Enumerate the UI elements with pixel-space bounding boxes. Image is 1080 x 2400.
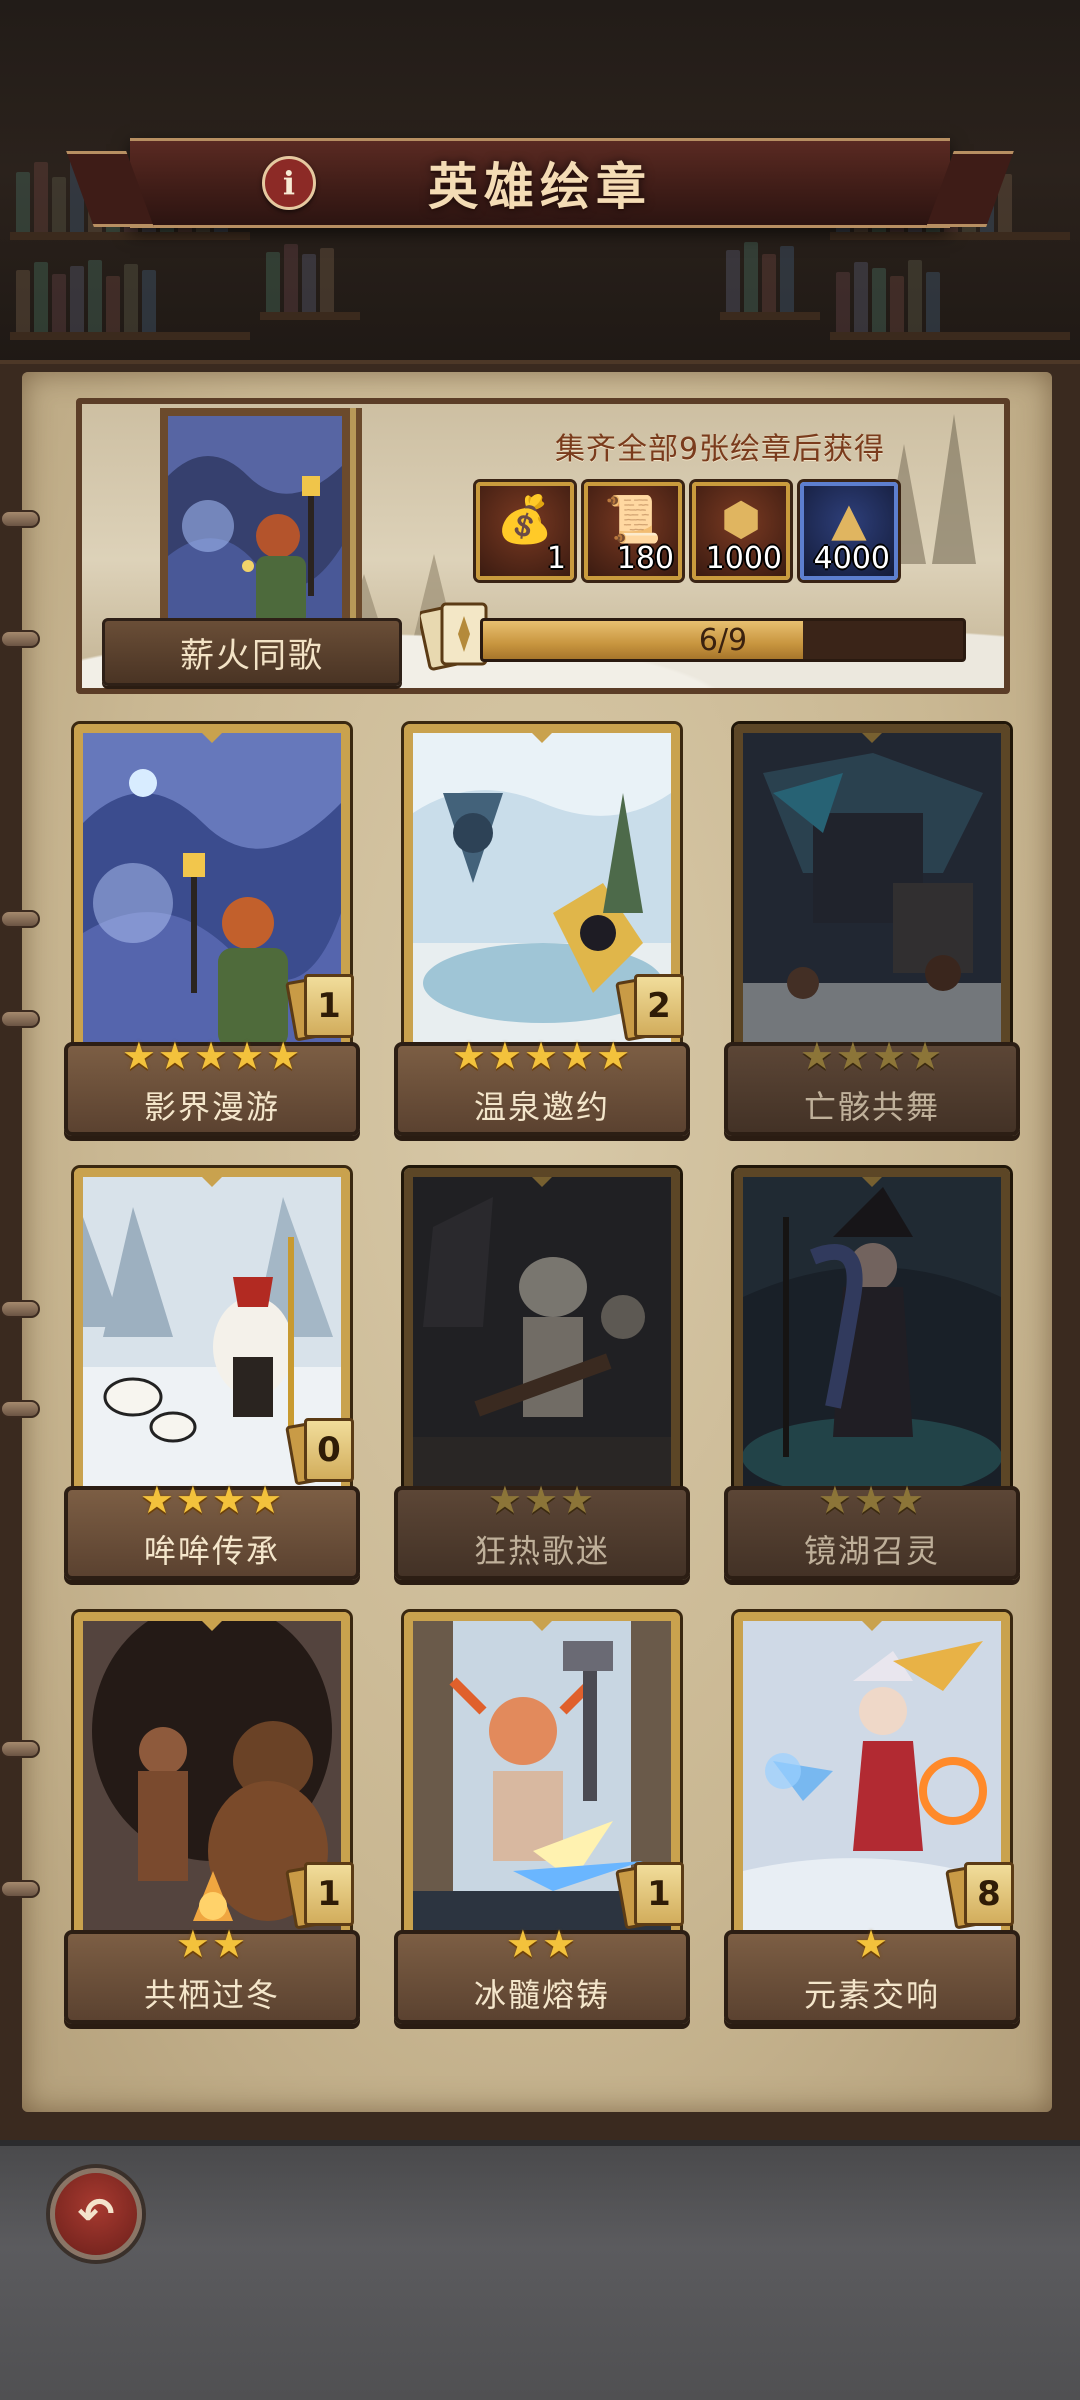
- star-rating: ★★★: [487, 1478, 597, 1522]
- card-name: 温泉邀约: [473, 1088, 610, 1126]
- crystal-pile-icon: ▲: [831, 492, 867, 546]
- star-rating: ★★★★★: [451, 1034, 633, 1078]
- star-rating: ★★★★★: [121, 1034, 303, 1078]
- hero-card[interactable]: ★★★★★ 温泉邀约 2: [394, 724, 690, 1156]
- hero-card[interactable]: ★ 元素交响 8: [724, 1612, 1020, 2044]
- card-count: 1: [634, 1862, 684, 1926]
- card-count: 2: [634, 974, 684, 1038]
- card-count-badge: 1: [285, 974, 356, 1042]
- card-count-badge: 0: [285, 1418, 356, 1486]
- ore-icon: ⬢: [720, 492, 762, 546]
- card-count: 1: [304, 974, 354, 1038]
- card-count-badge: 8: [945, 1862, 1016, 1930]
- hero-card[interactable]: ★★★★ 亡骸共舞: [724, 724, 1020, 1156]
- hero-card[interactable]: ★★ 冰髓熔铸 1: [394, 1612, 690, 2044]
- card-count: 0: [304, 1418, 354, 1482]
- binder-ring: [0, 1300, 40, 1318]
- star-rating: ★: [853, 1922, 891, 1966]
- reward-item[interactable]: ⬢ 1000: [692, 482, 790, 580]
- card-name: 哞哞传承: [143, 1532, 280, 1570]
- binder-ring: [0, 910, 40, 928]
- page-title: 英雄绘章: [428, 157, 652, 216]
- hero-card[interactable]: ★★★★★ 影界漫游 1: [64, 724, 360, 1156]
- card-name: 影界漫游: [143, 1088, 280, 1126]
- card-art: [734, 724, 1010, 1064]
- card-name: 共栖过冬: [143, 1976, 280, 2014]
- reward-item[interactable]: 💰 1: [476, 482, 574, 580]
- card-name: 镜湖召灵: [803, 1532, 940, 1570]
- star-rating: ★★★★: [799, 1034, 945, 1078]
- binder-ring: [0, 1740, 40, 1758]
- reward-title: 集齐全部9张绘章后获得: [554, 432, 886, 467]
- card-name: 元素交响: [803, 1976, 940, 2014]
- bookshelf: [10, 250, 250, 340]
- binder-ring: [0, 1880, 40, 1898]
- bookshelf: [260, 230, 360, 320]
- progress-text: 6/9: [698, 622, 748, 658]
- money-bag-icon: 💰: [496, 492, 554, 546]
- reward-count: 1000: [705, 541, 782, 576]
- reward-count: 4000: [813, 541, 890, 576]
- set-cover-art: [160, 408, 350, 648]
- reward-count: 180: [616, 541, 674, 576]
- hero-card[interactable]: ★★★ 镜湖召灵: [724, 1168, 1020, 1600]
- reward-item[interactable]: ▲ 4000: [800, 482, 898, 580]
- reward-count: 1: [546, 541, 566, 576]
- scroll-icon: 📜: [604, 492, 662, 546]
- set-name: 薪火同歌: [102, 618, 402, 686]
- card-art: [734, 1168, 1010, 1508]
- card-count: 1: [304, 1862, 354, 1926]
- hero-card[interactable]: ★★ 共栖过冬 1: [64, 1612, 360, 2044]
- reward-item[interactable]: 📜 180: [584, 482, 682, 580]
- binder-ring: [0, 630, 40, 648]
- hero-card[interactable]: ★★★ 狂热歌迷: [394, 1168, 690, 1600]
- card-count-badge: 2: [615, 974, 686, 1042]
- hero-card[interactable]: ★★★★ 哞哞传承 0: [64, 1168, 360, 1600]
- card-count: 8: [964, 1862, 1014, 1926]
- back-button[interactable]: ↶: [50, 2168, 142, 2260]
- back-arrow-icon: ↶: [77, 2188, 115, 2240]
- card-name: 冰髓熔铸: [473, 1976, 610, 2014]
- card-art: [404, 1168, 680, 1508]
- star-rating: ★★: [175, 1922, 249, 1966]
- info-icon[interactable]: i: [262, 156, 316, 210]
- card-count-badge: 1: [285, 1862, 356, 1930]
- star-rating: ★★★★: [139, 1478, 285, 1522]
- card-count-badge: 1: [615, 1862, 686, 1930]
- star-rating: ★★★: [817, 1478, 927, 1522]
- title-banner: 英雄绘章: [130, 138, 950, 228]
- bookshelf: [830, 250, 1070, 340]
- card-name: 亡骸共舞: [803, 1088, 940, 1126]
- binder-ring: [0, 1010, 40, 1028]
- card-name: 狂热歌迷: [473, 1532, 610, 1570]
- bottom-bar: [0, 2140, 1080, 2400]
- star-rating: ★★: [505, 1922, 579, 1966]
- binder-ring: [0, 1400, 40, 1418]
- bookshelf: [720, 230, 820, 320]
- binder-ring: [0, 510, 40, 528]
